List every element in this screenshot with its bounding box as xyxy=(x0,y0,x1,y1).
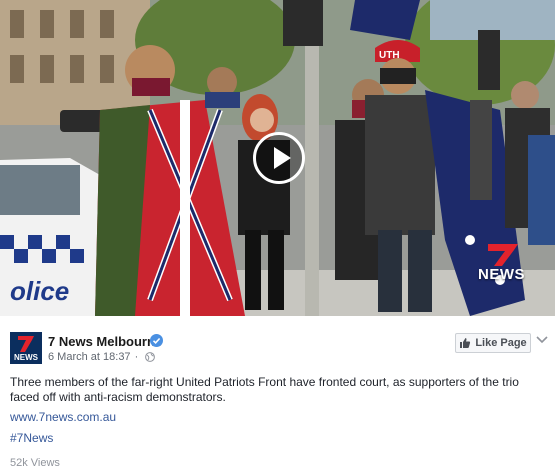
post-date[interactable]: 6 March at 18:37 xyxy=(48,351,131,363)
thumbs-up-icon xyxy=(460,338,471,348)
play-button[interactable] xyxy=(253,132,305,184)
police-car-text: olice xyxy=(10,276,69,306)
watermark-text: NEWS xyxy=(478,266,525,283)
page-avatar[interactable]: NEWS xyxy=(10,332,42,364)
meta-separator: · xyxy=(134,351,139,363)
play-icon xyxy=(274,147,291,169)
verified-badge-icon xyxy=(150,334,163,347)
seven-logo-icon xyxy=(488,244,518,266)
post-options-chevron-icon[interactable] xyxy=(536,336,548,344)
video-player[interactable]: olice UTH NEWS xyxy=(0,0,555,316)
hashtag-link[interactable]: #7News xyxy=(10,431,53,445)
like-page-label: Like Page xyxy=(475,337,527,349)
page-name-link[interactable]: 7 News Melbourne xyxy=(48,334,162,349)
globe-icon xyxy=(145,352,156,362)
post-card: NEWS 7 News Melbourne 6 March at 18:37 ·… xyxy=(0,316,555,474)
post-text: Three members of the far-right United Pa… xyxy=(10,375,519,404)
logo-text: NEWS xyxy=(14,353,39,362)
channel-watermark: NEWS xyxy=(478,242,526,283)
like-page-button[interactable]: Like Page xyxy=(455,333,531,353)
seven-news-logo-icon: NEWS xyxy=(10,332,42,364)
post-meta: 6 March at 18:37 · xyxy=(48,351,156,363)
post-link[interactable]: www.7news.com.au xyxy=(10,410,116,424)
view-count: 52k Views xyxy=(10,457,60,469)
